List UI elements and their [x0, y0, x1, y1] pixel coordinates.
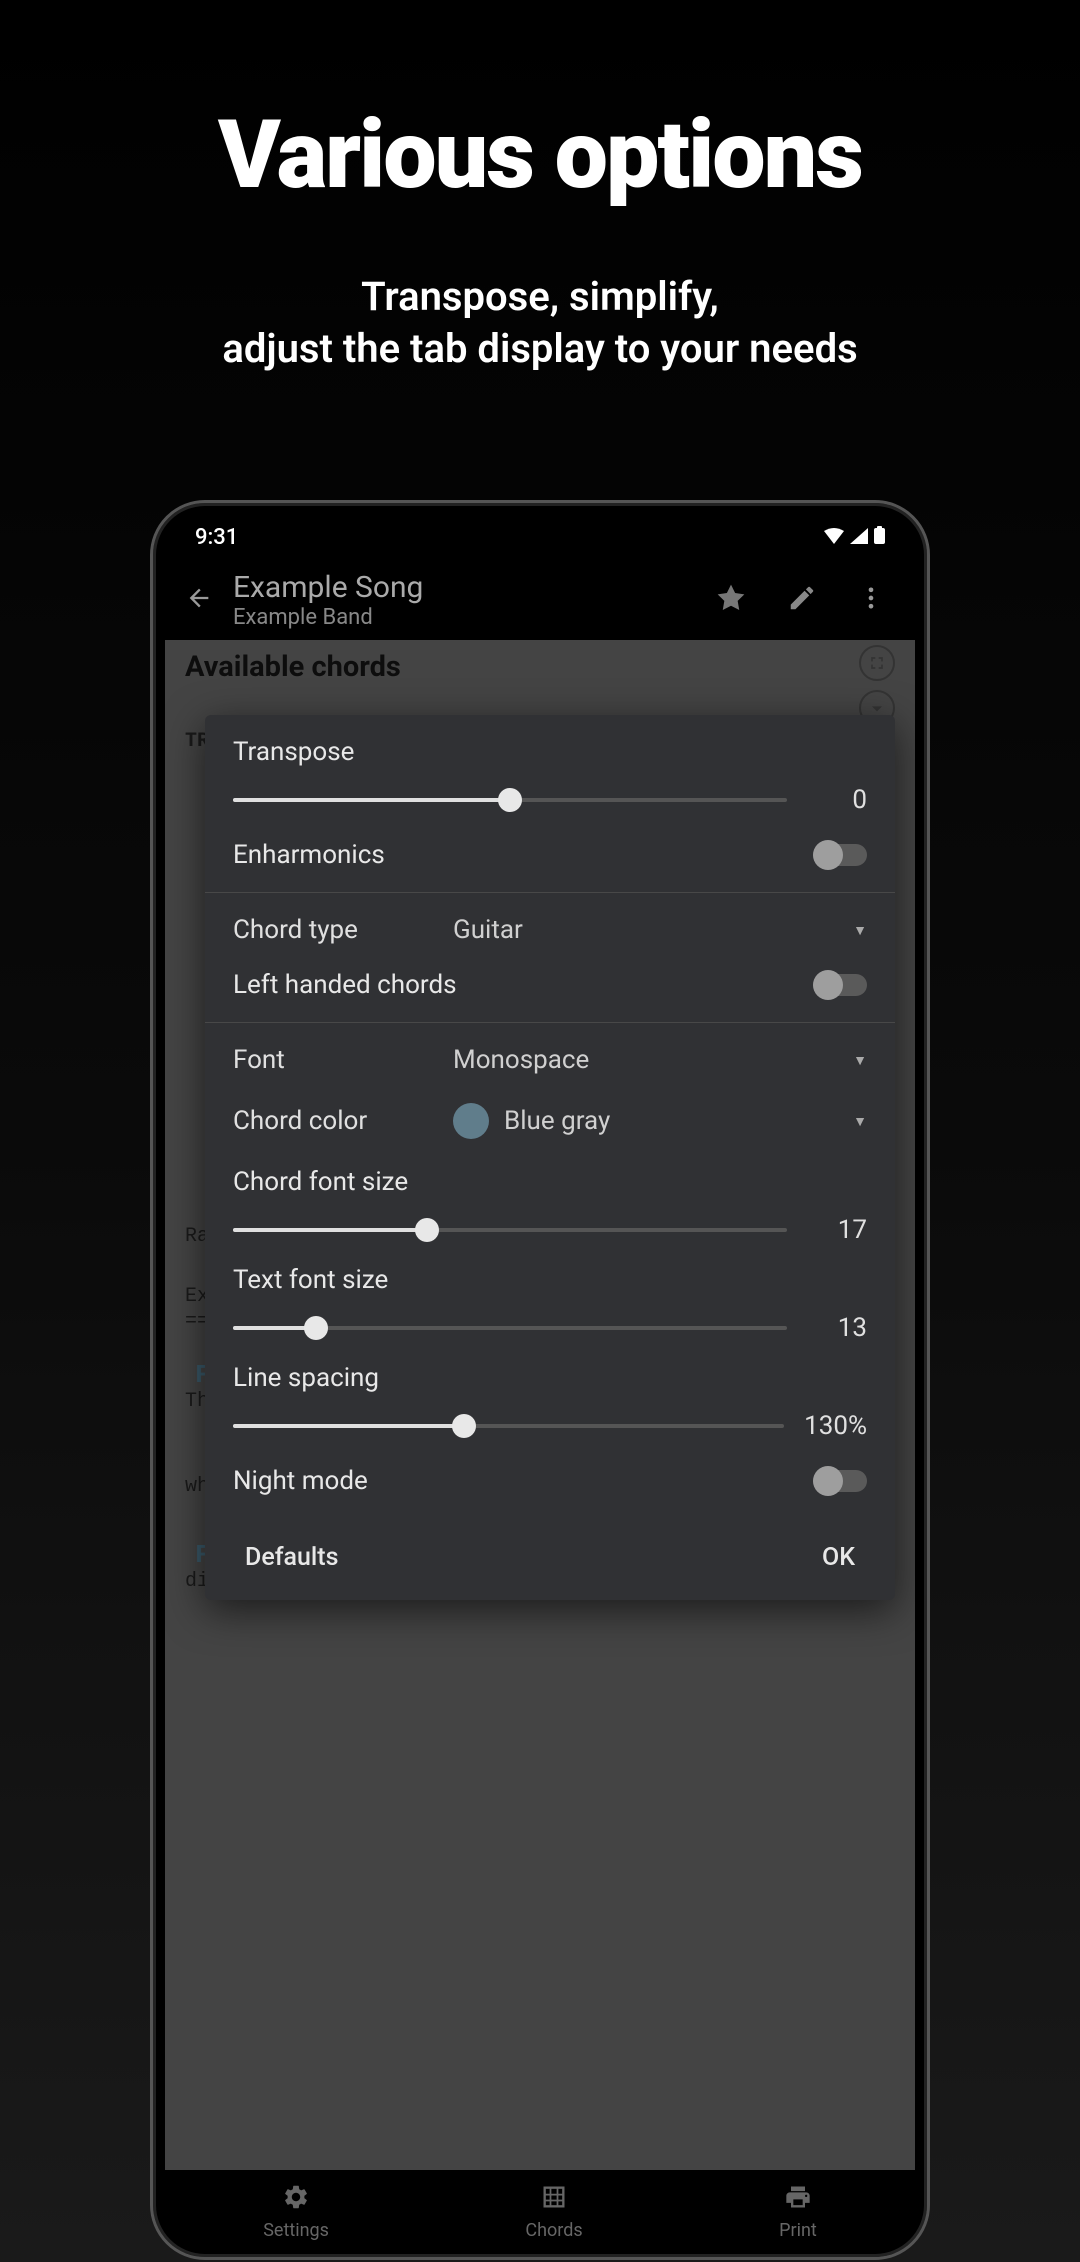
line-spacing-value: 130%: [804, 1411, 867, 1441]
text-font-size-label: Text font size: [233, 1265, 867, 1295]
transpose-section: Transpose 0 Enharmonics: [205, 715, 895, 892]
battery-icon: [874, 525, 885, 550]
status-icons: [824, 525, 885, 550]
left-handed-toggle[interactable]: [813, 974, 867, 996]
phone-screen: 9:31 Example Song Example Band: [165, 515, 915, 2245]
back-arrow-icon[interactable]: [185, 584, 213, 616]
promo-subtitle: Transpose, simplify, adjust the tab disp…: [0, 271, 1080, 375]
font-dropdown[interactable]: Font Monospace ▼: [233, 1045, 867, 1075]
chevron-down-icon: ▼: [853, 922, 867, 939]
font-label: Font: [233, 1045, 433, 1075]
expand-icon[interactable]: [859, 645, 895, 681]
line-spacing-label: Line spacing: [233, 1363, 867, 1393]
star-icon[interactable]: [705, 572, 757, 628]
text-font-size-slider[interactable]: [233, 1326, 787, 1330]
chord-color-value: Blue gray: [453, 1103, 833, 1139]
status-bar: 9:31: [165, 515, 915, 560]
chord-font-size-slider[interactable]: [233, 1228, 787, 1232]
enharmonics-toggle[interactable]: [813, 844, 867, 866]
text-font-size-value: 13: [807, 1313, 867, 1343]
promo-subtitle-line2: adjust the tab display to your needs: [222, 325, 857, 372]
more-vert-icon[interactable]: [847, 574, 895, 626]
promo-title: Various options: [0, 100, 1080, 211]
band-name: Example Band: [233, 605, 685, 630]
available-chords-header: Available chords: [185, 650, 401, 684]
enharmonics-label: Enharmonics: [233, 840, 385, 870]
transpose-value: 0: [807, 785, 867, 815]
wifi-icon: [824, 525, 844, 550]
chord-type-value: Guitar: [453, 915, 833, 945]
night-mode-toggle[interactable]: [813, 1470, 867, 1492]
bottom-nav: Settings Chords Print: [165, 2170, 915, 2245]
phone-frame: 9:31 Example Song Example Band: [150, 500, 930, 2260]
nav-settings-label: Settings: [263, 2220, 329, 2241]
transpose-slider[interactable]: [233, 798, 787, 802]
chevron-down-icon: ▼: [853, 1052, 867, 1069]
song-title: Example Song: [233, 570, 685, 605]
dialog-actions: Defaults OK: [205, 1518, 895, 1600]
options-dialog: Transpose 0 Enharmonics Chord type: [205, 715, 895, 1600]
font-value: Monospace: [453, 1045, 833, 1075]
chord-color-name: Blue gray: [504, 1106, 610, 1136]
chord-color-dropdown[interactable]: Chord color Blue gray ▼: [233, 1103, 867, 1139]
ok-button[interactable]: OK: [822, 1543, 855, 1572]
nav-print-label: Print: [779, 2220, 817, 2241]
promo-subtitle-line1: Transpose, simplify,: [361, 273, 719, 320]
chords-grid-icon: [540, 2183, 568, 2216]
chord-font-size-label: Chord font size: [233, 1167, 867, 1197]
color-swatch: [453, 1103, 489, 1139]
gear-icon: [282, 2183, 310, 2216]
nav-chords-label: Chords: [525, 2220, 582, 2241]
night-mode-label: Night mode: [233, 1466, 368, 1496]
left-handed-label: Left handed chords: [233, 970, 457, 1000]
nav-chords[interactable]: Chords: [525, 2183, 582, 2241]
line-spacing-slider[interactable]: [233, 1424, 784, 1428]
chord-type-dropdown[interactable]: Chord type Guitar ▼: [233, 915, 867, 945]
pencil-icon[interactable]: [777, 573, 827, 627]
nav-settings[interactable]: Settings: [263, 2183, 329, 2241]
chord-color-label: Chord color: [233, 1106, 433, 1136]
chord-section: Chord type Guitar ▼ Left handed chords: [205, 893, 895, 1022]
transpose-label: Transpose: [233, 737, 867, 767]
print-icon: [784, 2183, 812, 2216]
chord-type-label: Chord type: [233, 915, 433, 945]
chevron-down-icon: ▼: [853, 1113, 867, 1130]
chord-font-size-value: 17: [807, 1215, 867, 1245]
defaults-button[interactable]: Defaults: [245, 1543, 338, 1572]
nav-print[interactable]: Print: [779, 2183, 817, 2241]
signal-icon: [850, 525, 868, 550]
status-time: 9:31: [195, 525, 238, 550]
app-header: Example Song Example Band: [165, 560, 915, 640]
display-section: Font Monospace ▼ Chord color Blue gray ▼…: [205, 1023, 895, 1518]
header-titles: Example Song Example Band: [233, 570, 685, 630]
